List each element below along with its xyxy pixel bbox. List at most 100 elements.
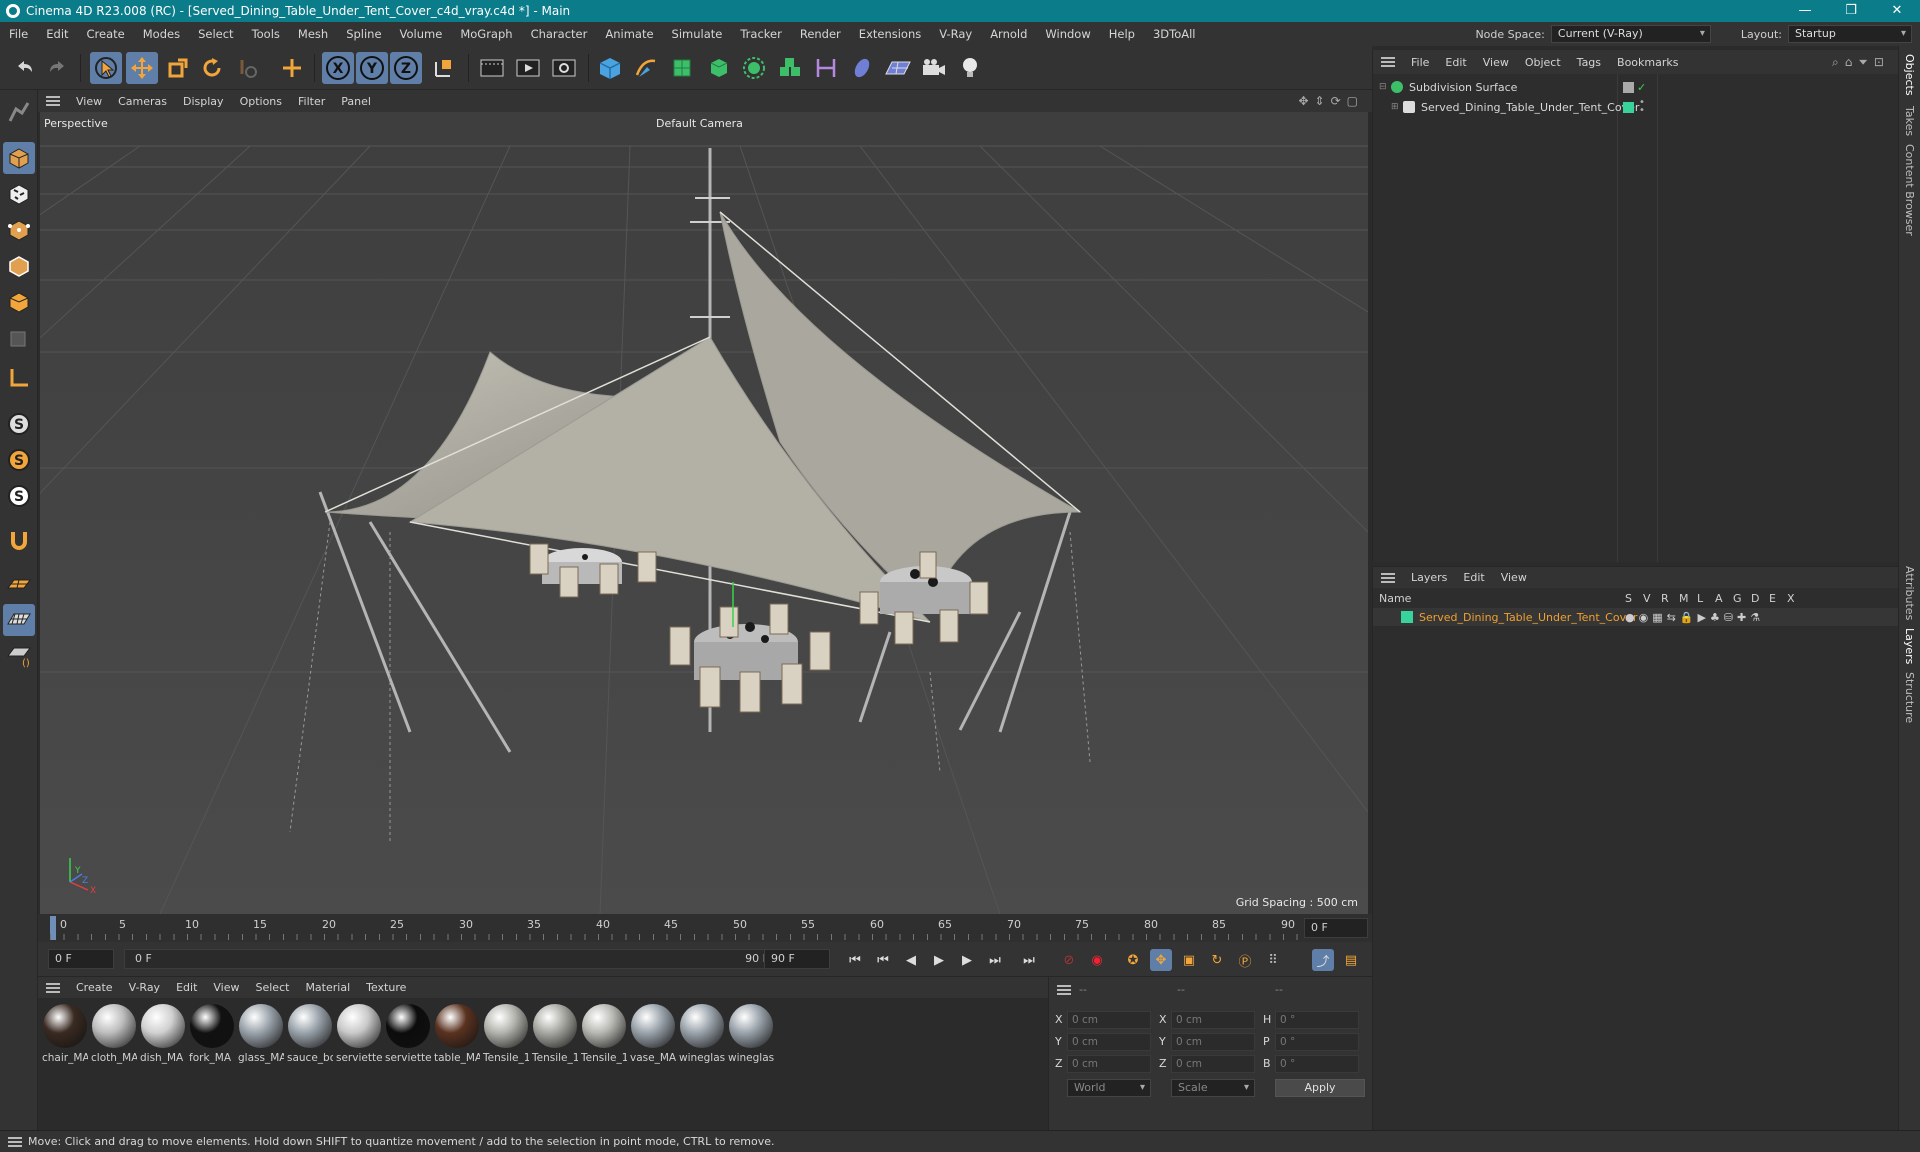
magnet-icon[interactable] [3,524,35,556]
layer-hamburger-icon[interactable] [1381,572,1395,583]
layout-dropdown[interactable]: Startup [1788,25,1912,43]
layer-flags-icons[interactable]: ●◉▦⇆🔒▶♣⛁✚⚗ [1625,611,1764,624]
object-menu-view[interactable]: View [1475,56,1517,69]
material-swatch[interactable]: vase_MA [630,1004,676,1064]
y-axis-icon[interactable]: Y [356,52,388,84]
menu-window[interactable]: Window [1036,27,1099,41]
texture-mode-icon[interactable] [3,178,35,210]
floor-icon[interactable] [882,52,914,84]
menu-extensions[interactable]: Extensions [850,27,930,41]
render-picture-viewer-icon[interactable] [512,52,544,84]
material-hamburger-icon[interactable] [46,982,60,993]
menu-edit[interactable]: Edit [37,27,77,41]
position-y-field[interactable]: 0 cm [1067,1033,1151,1051]
move-icon[interactable] [126,52,158,84]
snap-settings-icon[interactable]: S [3,444,35,476]
material-swatch[interactable]: chair_MA [42,1004,88,1064]
key-position-icon[interactable]: ✥ [1150,949,1172,971]
next-key-icon[interactable]: ⏭ [984,949,1006,971]
viewport-menu-view[interactable]: View [68,95,110,108]
coordinate-system-icon[interactable] [428,52,460,84]
z-axis-icon[interactable]: Z [390,52,422,84]
cloner-icon[interactable] [738,52,770,84]
menu-tracker[interactable]: Tracker [731,27,791,41]
object-row-dining-table[interactable]: ⊞ Served_Dining_Table_Under_Tent_Cover •… [1373,98,1899,116]
menu-vray[interactable]: V-Ray [930,27,981,41]
material-menu-view[interactable]: View [205,981,247,994]
autokey-icon[interactable]: ◉ [1086,949,1108,971]
tab-takes[interactable]: Takes [1903,106,1916,136]
material-swatch[interactable]: dish_MA [140,1004,186,1064]
viewport-camera-label[interactable]: Default Camera [656,117,743,130]
key-scale-icon[interactable]: ▣ [1178,949,1200,971]
rotation-b-field[interactable]: 0 ° [1275,1055,1359,1073]
material-swatch[interactable]: wineglas [679,1004,725,1064]
viewport-menu-filter[interactable]: Filter [290,95,333,108]
play-icon[interactable]: ▶ [928,949,950,971]
pen-icon[interactable] [630,52,662,84]
menu-spline[interactable]: Spline [337,27,390,41]
object-manager-tool-icons[interactable]: ⌕⌂⏷⊡ [1832,55,1890,70]
material-swatch[interactable]: Tensile_1 [532,1004,578,1064]
viewport-menu-panel[interactable]: Panel [333,95,379,108]
object-menu-bookmarks[interactable]: Bookmarks [1609,56,1686,69]
start-frame-field[interactable]: 0 F [48,949,114,969]
rotation-p-field[interactable]: 0 ° [1275,1033,1359,1051]
menu-render[interactable]: Render [791,27,850,41]
layer-flag-header-m[interactable]: M [1679,592,1689,605]
key-rotation-icon[interactable]: ↻ [1206,949,1228,971]
material-menu-select[interactable]: Select [248,981,298,994]
axis-mode-icon[interactable] [3,362,35,394]
object-menu-object[interactable]: Object [1517,56,1569,69]
layer-row[interactable]: Served_Dining_Table_Under_Tent_Cover ●◉▦… [1373,608,1899,626]
material-menu-vray[interactable]: V-Ray [121,981,169,994]
coordinates-hamburger-icon[interactable] [1057,985,1071,995]
previous-frame-icon[interactable]: ◀ [900,949,922,971]
object-name[interactable]: Subdivision Surface [1409,81,1517,94]
layer-flag-header-v[interactable]: V [1643,592,1651,605]
locked-workplane-icon[interactable]: () [3,640,35,672]
end-frame-field[interactable]: 90 F [764,949,830,969]
extrude-icon[interactable] [702,52,734,84]
camera-icon[interactable] [918,52,950,84]
object-mode-icon[interactable] [3,142,35,174]
perspective-viewport[interactable]: Perspective Default Camera Y Z X Grid Sp… [40,112,1368,914]
cube-icon[interactable] [594,52,626,84]
menu-file[interactable]: File [0,27,37,41]
object-menu-tags[interactable]: Tags [1569,56,1609,69]
deformer-icon[interactable] [846,52,878,84]
viewport-menu-options[interactable]: Options [232,95,290,108]
snap-icon[interactable]: S [3,408,35,440]
uv-mode-icon[interactable] [3,324,35,356]
add-icon[interactable] [276,52,308,84]
menu-character[interactable]: Character [522,27,597,41]
tab-structure[interactable]: Structure [1903,672,1916,723]
layer-flag-header-a[interactable]: A [1715,592,1723,605]
record-disabled-icon[interactable]: ⊘ [1058,949,1080,971]
coordinate-space-dropdown[interactable]: World [1067,1079,1151,1097]
workplane-icon[interactable] [3,568,35,600]
menu-volume[interactable]: Volume [391,27,452,41]
keyframe-selection-icon[interactable]: ✪ [1122,949,1144,971]
timeline-window-icon[interactable]: ▤ [1340,949,1362,971]
material-menu-texture[interactable]: Texture [358,981,414,994]
material-swatch[interactable]: serviette [336,1004,382,1064]
visibility-dots-icon[interactable]: • • [1639,98,1645,116]
material-swatch[interactable]: fork_MA [189,1004,235,1064]
viewport-menu-cameras[interactable]: Cameras [110,95,175,108]
menu-mograph[interactable]: MoGraph [451,27,521,41]
preview-range-slider[interactable]: 0 F 90 F [124,949,784,969]
position-z-field[interactable]: 0 cm [1067,1055,1151,1073]
object-row-subdivision-surface[interactable]: ⊟ Subdivision Surface ✓ [1373,78,1899,96]
light-icon[interactable] [954,52,986,84]
material-swatch[interactable]: cloth_MA [91,1004,137,1064]
menu-tools[interactable]: Tools [243,27,289,41]
material-swatch[interactable]: serviette [385,1004,431,1064]
material-menu-create[interactable]: Create [68,981,121,994]
menu-3dtoall[interactable]: 3DToAll [1144,27,1205,41]
layer-flag-header-l[interactable]: L [1697,592,1703,605]
material-swatch[interactable]: Tensile_1 [483,1004,529,1064]
rotate-icon[interactable] [196,52,228,84]
node-space-dropdown[interactable]: Current (V-Ray) [1550,25,1711,43]
key-pla-icon[interactable]: ⠿ [1262,949,1284,971]
